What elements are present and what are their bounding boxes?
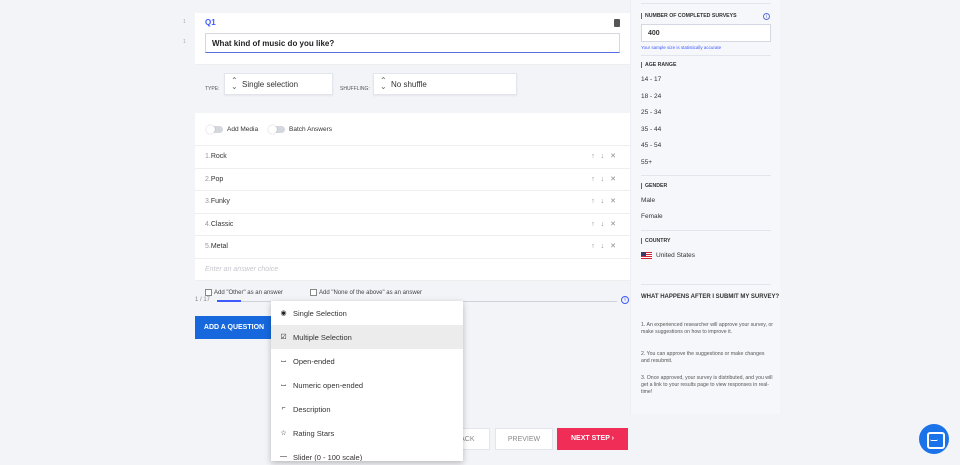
- star-icon: ☆: [280, 430, 287, 437]
- progress-fill: [217, 300, 241, 302]
- question-text-input[interactable]: What kind of music do you like?: [205, 33, 620, 53]
- completed-surveys-input[interactable]: 400: [641, 24, 771, 42]
- menu-item-rating-stars[interactable]: ☆ Rating Stars: [271, 421, 463, 445]
- numeric-open-ended-icon: ⌴: [280, 381, 287, 388]
- menu-item-label: Slider (0 - 100 scale): [293, 453, 363, 461]
- chat-icon: [930, 439, 938, 441]
- next-step-button[interactable]: NEXT STEP ›: [557, 428, 628, 450]
- select-arrows-icon: ⌃ ⌄: [231, 76, 238, 91]
- age-range-item[interactable]: 18 - 24: [641, 93, 661, 100]
- menu-item-slider-0-100-scale[interactable]: — Slider (0 - 100 scale): [271, 445, 463, 461]
- age-range-item[interactable]: 14 - 17: [641, 76, 661, 83]
- menu-item-label: Rating Stars: [293, 429, 335, 438]
- country-label: United States: [656, 252, 696, 260]
- survey-sidebar: NUMBER OF COMPLETED SURVEYS i 400 Your s…: [630, 0, 780, 414]
- age-range-item[interactable]: 55+: [641, 159, 652, 166]
- answer-row[interactable]: 1.Rock ↑ ↓ ✕: [195, 146, 630, 169]
- gender-heading: GENDER: [641, 183, 667, 189]
- faq-heading: WHAT HAPPENS AFTER I SUBMIT MY SURVEY?: [641, 294, 780, 300]
- faq-step-3: 3. Once approved, your survey is distrib…: [641, 375, 773, 395]
- sample-size-note: Your sample size is statistically accura…: [641, 45, 722, 50]
- faq-step-1: 1. An experienced researcher will approv…: [641, 322, 773, 335]
- checkbox-icon: ☑: [280, 334, 287, 341]
- answer-row[interactable]: 3.Funky ↑ ↓ ✕: [195, 191, 630, 214]
- menu-item-label: Numeric open-ended: [293, 381, 364, 390]
- answer-text: Metal: [210, 243, 228, 250]
- question-number: Q1: [205, 18, 216, 27]
- info-icon[interactable]: i: [763, 13, 770, 20]
- progress-text: 1 / 17: [195, 297, 211, 303]
- question-editor: Q1 What kind of music do you like? TYPE:…: [195, 13, 630, 305]
- shuffle-select-value: No shuffle: [391, 80, 427, 89]
- age-range-item[interactable]: 45 - 54: [641, 142, 661, 149]
- menu-item-single-selection[interactable]: ◉ Single Selection: [271, 301, 463, 325]
- question-header: Q1 What kind of music do you like?: [195, 13, 630, 65]
- batch-answers-toggle[interactable]: [268, 125, 285, 134]
- gender-item[interactable]: Female: [641, 213, 663, 220]
- age-range-item[interactable]: 35 - 44: [641, 126, 661, 133]
- faq-step-2: 2. You can approve the suggestions or ma…: [641, 351, 765, 364]
- shuffling-label: SHUFFLING:: [340, 86, 370, 92]
- line-number: 1: [183, 39, 186, 45]
- completed-surveys-heading: NUMBER OF COMPLETED SURVEYS: [641, 13, 737, 19]
- type-select-value: Single selection: [242, 80, 299, 89]
- menu-item-numeric-open-ended[interactable]: ⌴ Numeric open-ended: [271, 373, 463, 397]
- batch-answers-label: Batch Answers: [289, 126, 332, 133]
- country-item[interactable]: United States: [641, 252, 695, 259]
- info-icon[interactable]: i: [621, 296, 629, 304]
- us-flag-icon: [641, 252, 652, 259]
- media-toggles: Add Media Batch Answers: [195, 113, 630, 146]
- country-heading: COUNTRY: [641, 238, 670, 244]
- reorder-delete-icons[interactable]: ↑ ↓ ✕: [591, 242, 618, 250]
- add-media-label: Add Media: [227, 126, 259, 133]
- line-number: 1: [183, 19, 186, 25]
- add-media-toggle[interactable]: [206, 125, 223, 134]
- menu-item-open-ended[interactable]: ⌴ Open-ended: [271, 349, 463, 373]
- divider: [641, 55, 771, 56]
- question-type-menu: ◉ Single Selection ☑ Multiple Selection ⌴ Ope…: [271, 301, 463, 461]
- menu-item-label: Multiple Selection: [293, 333, 352, 342]
- shuffle-select[interactable]: ⌃ ⌄ No shuffle: [373, 73, 517, 95]
- answer-text: Classic: [210, 220, 234, 228]
- answer-row[interactable]: 5.Metal ↑ ↓ ✕: [195, 236, 630, 259]
- type-select[interactable]: ⌃ ⌄ Single selection: [224, 73, 333, 95]
- answer-text: Pop: [210, 175, 224, 183]
- answer-text: Funky: [210, 198, 230, 205]
- answer-row[interactable]: 4.Classic ↑ ↓ ✕: [195, 214, 630, 236]
- age-range-item[interactable]: 25 - 34: [641, 109, 661, 116]
- divider: [641, 230, 771, 231]
- reorder-delete-icons[interactable]: ↑ ↓ ✕: [591, 197, 618, 205]
- divider: [641, 175, 771, 176]
- reorder-delete-icons[interactable]: ↑ ↓ ✕: [591, 175, 618, 183]
- age-range-heading: AGE RANGE: [641, 62, 676, 68]
- reorder-delete-icons[interactable]: ↑ ↓ ✕: [591, 152, 618, 160]
- answer-text: Rock: [210, 153, 227, 160]
- trash-icon[interactable]: [614, 19, 620, 27]
- divider: [641, 3, 771, 4]
- menu-item-label: Description: [293, 405, 331, 414]
- add-question-button[interactable]: ADD A QUESTION: [195, 316, 273, 339]
- reorder-delete-icons[interactable]: ↑ ↓ ✕: [591, 220, 618, 228]
- answer-row[interactable]: 2.Pop ↑ ↓ ✕: [195, 169, 630, 191]
- menu-item-label: Single Selection: [293, 309, 347, 318]
- preview-button[interactable]: PREVIEW: [495, 428, 553, 450]
- select-arrows-icon: ⌃ ⌄: [380, 76, 387, 91]
- radio-icon: ◉: [280, 310, 287, 317]
- gender-item[interactable]: Male: [641, 197, 655, 204]
- open-ended-icon: ⌴: [280, 357, 287, 364]
- answer-choice-input[interactable]: Enter an answer choice: [195, 259, 630, 281]
- question-settings: TYPE: ⌃ ⌄ Single selection SHUFFLING: ⌃ ⌄ …: [195, 65, 630, 113]
- slider-icon: —: [280, 453, 287, 460]
- answer-list: 1.Rock ↑ ↓ ✕ 2.Pop ↑ ↓ ✕ 3.Funky ↑ ↓ ✕ 4.Class…: [195, 146, 630, 259]
- divider: [641, 284, 771, 285]
- type-label: TYPE:: [205, 86, 220, 92]
- menu-item-description[interactable]: ⌐ Description: [271, 397, 463, 421]
- menu-item-multiple-selection[interactable]: ☑ Multiple Selection: [271, 325, 463, 349]
- chat-launcher-button[interactable]: [919, 424, 949, 454]
- description-icon: ⌐: [281, 405, 286, 412]
- menu-item-label: Open-ended: [293, 357, 335, 366]
